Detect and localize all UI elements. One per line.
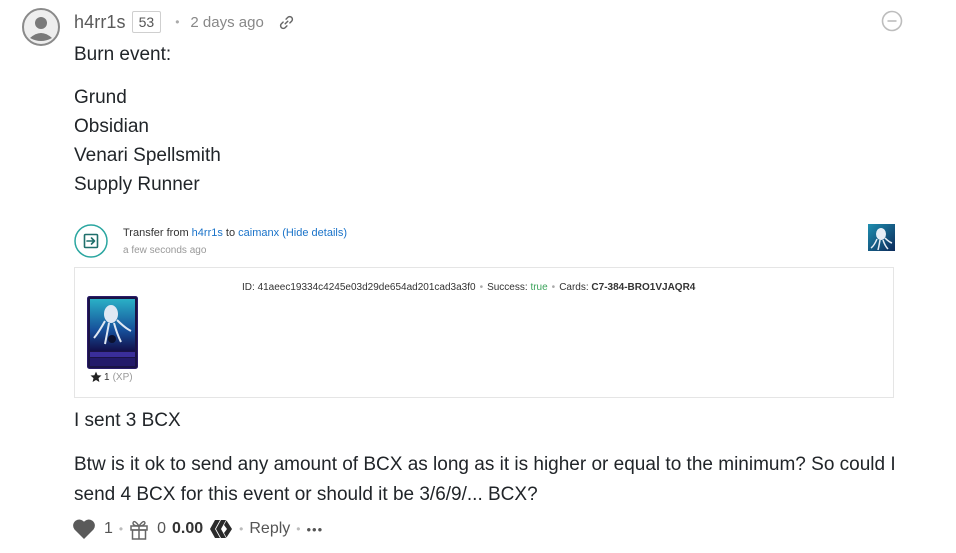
separator-dot: •	[175, 15, 180, 29]
list-item: Venari Spellsmith	[74, 145, 221, 166]
id-label: ID:	[242, 282, 258, 293]
comment-header: h4rr1s 53 • 2 days ago	[74, 8, 295, 36]
gift-icon[interactable]	[129, 518, 149, 540]
reputation-badge: 53	[131, 11, 162, 33]
like-count[interactable]: 1	[104, 520, 113, 538]
heart-icon[interactable]	[72, 518, 96, 540]
transaction-id: 41aeec19334c4245e03d29de654ad201cad3a3f0	[257, 282, 476, 293]
success-label: Success:	[487, 282, 531, 293]
timestamp[interactable]: 2 days ago	[190, 14, 263, 31]
transfer-to-word: to	[222, 227, 239, 239]
transfer-icon	[74, 224, 108, 258]
comment-line: send 4 BCX for this event or should it b…	[74, 484, 538, 505]
payout-value[interactable]: 0.00	[172, 520, 203, 538]
transfer-to-link[interactable]: caimanx	[238, 227, 279, 239]
list-item: Grund	[74, 87, 127, 108]
comment-title-line: Burn event:	[74, 44, 172, 65]
card-thumbnail[interactable]	[868, 224, 895, 251]
comment-footer: 1 • 0 0.00 • Reply • •••	[72, 516, 323, 542]
more-icon[interactable]: •••	[306, 522, 323, 537]
card-image[interactable]	[87, 296, 138, 369]
list-item: Supply Runner	[74, 174, 200, 195]
card-xp-label: (XP)	[112, 371, 133, 383]
author-name[interactable]: h4rr1s	[74, 12, 126, 33]
card-level-value: 1	[104, 371, 110, 383]
card-id: C7-384-BRO1VJAQR4	[591, 282, 696, 293]
reply-button[interactable]: Reply	[249, 520, 290, 538]
link-icon[interactable]	[278, 14, 295, 31]
transfer-from-link[interactable]: h4rr1s	[192, 227, 223, 239]
comment-line: I sent 3 BCX	[74, 410, 181, 431]
list-item: Obsidian	[74, 116, 149, 137]
comment-line: Btw is it ok to send any amount of BCX a…	[74, 454, 896, 475]
success-value: true	[530, 282, 548, 293]
hive-icon	[210, 520, 233, 538]
hide-details-link[interactable]: (Hide details)	[282, 227, 347, 239]
transfer-prefix: Transfer from	[123, 227, 192, 239]
cards-label: Cards:	[559, 282, 592, 293]
star-icon	[90, 371, 102, 382]
card-meta: ID: 41aeec19334c4245e03d29de654ad201cad3…	[242, 282, 696, 293]
avatar[interactable]	[22, 8, 60, 46]
collapse-icon[interactable]	[881, 10, 903, 32]
card-level: 1 (XP)	[90, 371, 133, 383]
transfer-summary: Transfer from h4rr1s to caimanx (Hide de…	[123, 227, 347, 239]
transfer-time: a few seconds ago	[123, 245, 207, 256]
gift-count[interactable]: 0	[157, 520, 166, 538]
